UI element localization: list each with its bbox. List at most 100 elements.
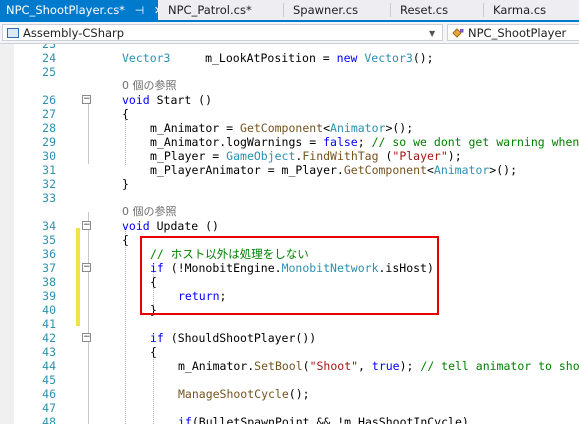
code-line[interactable]: 25: [0, 65, 579, 79]
fold-collapse-icon[interactable]: −: [82, 333, 91, 342]
code-token: m_Animator =: [150, 121, 241, 135]
code-token: // tell animator to sho: [420, 359, 579, 373]
line-number: 39: [42, 289, 56, 303]
code-token: FindWithTag: [302, 149, 379, 163]
code-text: if(BulletSpawnPoint && !m_HasShootInCycl…: [178, 415, 469, 424]
line-number: 37: [42, 261, 56, 275]
code-text: m_Player = GameObject.FindWithTag ("Play…: [150, 149, 462, 163]
line-number: 46: [42, 387, 56, 401]
tab-label: Spawner.cs: [293, 3, 359, 17]
code-line[interactable]: 34 − void Update (): [0, 219, 579, 233]
code-token: Update (): [149, 219, 219, 233]
code-token: Vector3: [364, 51, 413, 65]
code-token: Vector3: [122, 51, 171, 65]
code-line[interactable]: 43 {: [0, 345, 579, 359]
code-token: m_PlayerAnimator = m_Player.: [150, 163, 344, 177]
code-text: Vector3 m_LookAtPosition = new Vector3()…: [122, 51, 434, 65]
code-token: true: [371, 359, 400, 373]
code-token: GetComponent: [240, 121, 324, 135]
code-token: >();: [385, 121, 414, 135]
code-token: {: [122, 107, 129, 121]
code-line[interactable]: 44 m_Animator.SetBool("Shoot", true); // …: [0, 359, 579, 373]
code-token: m_LookAtPosition =: [170, 51, 337, 65]
tab-label: Reset.cs: [400, 3, 449, 17]
class-dropdown[interactable]: NPC_ShootPlayer: [447, 24, 579, 41]
code-token: 0 個の参照: [122, 79, 177, 92]
code-line[interactable]: 24 Vector3 m_LookAtPosition = new Vector3…: [0, 51, 579, 65]
line-number: 47: [42, 401, 56, 415]
code-token: GetComponent: [343, 163, 427, 177]
code-line[interactable]: 47: [0, 401, 579, 415]
tab-divider: [483, 3, 484, 17]
code-line[interactable]: 23: [0, 44, 579, 51]
navigation-bar: Assembly-CSharp ▼ NPC_ShootPlayer: [0, 22, 579, 44]
code-token: ();: [288, 387, 310, 401]
code-line[interactable]: 29 m_Animator.logWarnings = false; // so …: [0, 135, 579, 149]
code-token: );: [399, 359, 421, 373]
tab-npc-patrol[interactable]: NPC_Patrol.cs*: [162, 0, 280, 20]
chevron-down-icon: ▼: [429, 29, 436, 38]
close-icon[interactable]: ✕: [154, 1, 158, 20]
reference-count-label[interactable]: 0 個の参照: [122, 79, 177, 93]
code-line[interactable]: 42 − if (ShouldShootPlayer()): [0, 331, 579, 345]
tab-divider: [390, 3, 391, 17]
code-line[interactable]: 27 {: [0, 107, 579, 121]
code-text: {: [122, 233, 129, 247]
fold-collapse-icon[interactable]: −: [82, 95, 91, 104]
line-number: 33: [42, 191, 56, 205]
code-token: // so we dont get warning when: [371, 135, 579, 149]
code-text: m_Animator = GetComponent<Animator>();: [150, 121, 413, 135]
code-line[interactable]: 45: [0, 373, 579, 387]
line-number: 44: [42, 359, 56, 373]
code-line[interactable]: 41: [0, 317, 579, 331]
line-number: 34: [42, 219, 56, 233]
code-line[interactable]: 33: [0, 191, 579, 205]
code-line[interactable]: 26 − void Start (): [0, 93, 579, 107]
tab-npc-shootplayer[interactable]: NPC_ShootPlayer.cs* ⊣ ✕: [0, 0, 158, 20]
code-token: if: [150, 331, 164, 345]
code-token: "Shoot": [309, 359, 359, 373]
code-text: void Start (): [122, 93, 212, 107]
line-number: 42: [42, 331, 56, 345]
code-token: (BulletSpawnPoint && !m_HasShootInCycle): [191, 415, 469, 424]
code-token: GameObject: [226, 149, 296, 163]
code-line[interactable]: 31 m_PlayerAnimator = m_Player.GetCompone…: [0, 163, 579, 177]
reference-count-line[interactable]: 0 個の参照: [0, 205, 579, 219]
code-text: ManageShootCycle();: [178, 387, 310, 401]
tab-reset[interactable]: Reset.cs: [394, 0, 480, 20]
code-token: >();: [489, 163, 517, 177]
line-number: 29: [42, 135, 56, 149]
code-token: {: [122, 233, 129, 247]
pin-icon[interactable]: ⊣: [135, 1, 145, 20]
code-token: false: [323, 135, 358, 149]
project-dropdown[interactable]: Assembly-CSharp ▼: [2, 24, 443, 41]
code-text: m_Animator.SetBool("Shoot", true); // te…: [178, 359, 579, 373]
project-icon: [7, 28, 19, 38]
line-number: 25: [42, 65, 56, 79]
code-token: (: [302, 359, 310, 373]
code-token: void: [122, 219, 150, 233]
code-line[interactable]: 30 m_Player = GameObject.FindWithTag ("Pl…: [0, 149, 579, 163]
reference-count-label[interactable]: 0 個の参照: [122, 205, 177, 219]
tab-karma[interactable]: Karma.cs: [487, 0, 579, 20]
line-number: 23: [42, 44, 56, 51]
code-token: (ShouldShootPlayer()): [163, 331, 317, 345]
code-line[interactable]: 32}: [0, 177, 579, 191]
code-text: void Update (): [122, 219, 219, 233]
code-token: m_Player =: [150, 149, 227, 163]
code-line[interactable]: 46 ManageShootCycle();: [0, 387, 579, 401]
code-text: m_PlayerAnimator = m_Player.GetComponent…: [150, 163, 517, 177]
fold-collapse-icon[interactable]: −: [82, 221, 91, 230]
tab-divider: [283, 3, 284, 17]
line-number: 26: [42, 93, 56, 107]
code-line[interactable]: 48 if(BulletSpawnPoint && !m_HasShootInCy…: [0, 415, 579, 424]
code-line[interactable]: 28 m_Animator = GetComponent<Animator>();: [0, 121, 579, 135]
code-editor[interactable]: 23 24 Vector3 m_LookAtPosition = new Vecto…: [0, 44, 579, 424]
reference-count-line[interactable]: 0 個の参照: [0, 79, 579, 93]
code-token: SetBool: [254, 359, 303, 373]
fold-collapse-icon[interactable]: −: [82, 263, 91, 272]
tab-spawner[interactable]: Spawner.cs: [287, 0, 387, 20]
code-token: );: [447, 149, 462, 163]
line-number: 31: [42, 163, 56, 177]
code-token: <: [426, 163, 434, 177]
